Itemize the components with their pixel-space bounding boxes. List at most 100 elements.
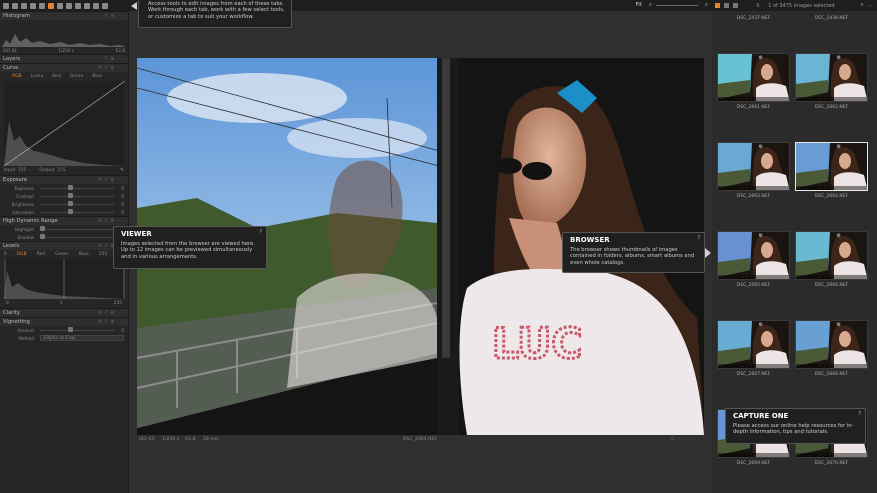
curve-tab-rgb[interactable]: RGB (12, 74, 22, 79)
levels-high[interactable]: 255 (114, 301, 122, 306)
tools-tooltip-arrow (131, 2, 137, 10)
list-view-icon[interactable] (724, 3, 729, 8)
levels-mid[interactable]: 1 (60, 301, 63, 306)
curve-graph[interactable] (4, 81, 125, 166)
levels-tab-green[interactable]: Green (55, 252, 69, 257)
capture-tab-icon[interactable] (12, 2, 18, 9)
metadata-tab-icon[interactable] (84, 2, 90, 9)
thumb-badge-icon: ⚙ (758, 55, 763, 61)
thumbnail[interactable]: · · · · · ⚙ (717, 142, 790, 191)
thumbnail[interactable]: · · · · · ⚙ (795, 231, 868, 280)
section-controls-icon[interactable]: ? ≡ ··· (105, 57, 125, 62)
thumbnail[interactable]: · · · · · ⚙ (717, 53, 790, 102)
viewer-iso: ISO 64 (139, 437, 155, 442)
section-controls-icon[interactable]: ? ≡ ··· (105, 14, 125, 19)
levels-tab-rgb[interactable]: RGB (17, 252, 27, 257)
composition-tab-icon[interactable] (30, 2, 36, 9)
fit-label[interactable]: Fit (636, 2, 642, 8)
layers-header[interactable]: Layers ? ≡ ··· (0, 54, 128, 63)
details-tab-icon[interactable] (66, 2, 72, 9)
curve-tab-luma[interactable]: Luma (31, 74, 43, 79)
filmstrip-view-icon[interactable] (733, 3, 738, 8)
curve-tab-red[interactable]: Red (52, 74, 61, 79)
levels-low[interactable]: 0 (6, 301, 9, 306)
vignetting-method-row: Method Elliptic on Crop (0, 334, 128, 342)
thumb-stars[interactable]: · · · · · (820, 96, 840, 101)
adjustments-tab-icon[interactable] (75, 2, 81, 9)
slider-value: 0 (121, 185, 124, 191)
library-tab-icon[interactable] (3, 2, 9, 9)
saturation-slider[interactable]: Saturation 0 (0, 208, 128, 216)
thumb-stars[interactable]: · · · · · (742, 274, 762, 279)
levels-tab-red[interactable]: Red (37, 252, 46, 257)
browser-menu-icon[interactable]: ··· (868, 3, 873, 9)
vignetting-title: Vignetting (3, 319, 30, 325)
grid-view-icon[interactable] (715, 3, 720, 8)
histogram-header[interactable]: Histogram ? ≡ ··· (0, 11, 128, 20)
zoom-icon[interactable]: ⌕ (649, 2, 652, 9)
slider-label: Brightness (11, 201, 34, 207)
method-select[interactable]: Elliptic on Crop (40, 335, 124, 341)
thumb-badge-icon: ⚙ (758, 144, 763, 150)
thumb-stars[interactable]: · · · · · (742, 96, 762, 101)
thumbnail[interactable]: · · · · · ⚙ (795, 142, 868, 191)
section-controls-icon[interactable]: A ? ≡ ··· (98, 311, 125, 316)
help-icon[interactable]: ? (259, 229, 262, 235)
brightness-slider[interactable]: Brightness 0 (0, 200, 128, 208)
thumb-stars[interactable]: · · · · · (820, 452, 840, 457)
batch-tab-icon[interactable] (102, 2, 108, 9)
clarity-header[interactable]: Clarity A ? ≡ ··· (0, 308, 128, 317)
help-icon[interactable]: ? (697, 235, 700, 241)
sort-icon[interactable]: ⇅ (756, 3, 760, 9)
vignetting-amount-slider[interactable]: Amount 0 (0, 326, 128, 334)
contrast-slider[interactable]: Contrast 0 (0, 192, 128, 200)
curve-tab-blue[interactable]: Blue (92, 74, 102, 79)
levels-tab-blue[interactable]: Blue (79, 252, 89, 257)
method-label: Method (18, 335, 34, 341)
levels-header[interactable]: Levels A ? ≡ ··· (0, 241, 128, 250)
browser-search-icon[interactable]: ⌕ (861, 2, 864, 9)
thumb-stars[interactable]: · · · · · (742, 185, 762, 190)
curve-header[interactable]: Curve A ? ≡ ··· (0, 63, 128, 72)
section-controls-icon[interactable]: A ? ≡ ··· (98, 66, 125, 71)
vignetting-header[interactable]: Vignetting A ? ≡ ··· (0, 317, 128, 326)
thumb-stars[interactable]: · · · · · (820, 363, 840, 368)
lens-tab-icon[interactable] (21, 2, 27, 9)
zoom-in-icon[interactable]: ⌕ (705, 2, 708, 9)
highlight-slider[interactable]: Highlight0 (0, 225, 128, 233)
thumb-name: DSC_2664.NEF (814, 194, 849, 199)
levels-graph[interactable] (4, 259, 125, 299)
hdr-header[interactable]: High Dynamic Range A ? ≡ ··· (0, 216, 128, 225)
curve-tab-green[interactable]: Green (70, 74, 84, 79)
thumb-stars[interactable]: · · · · · (742, 452, 762, 457)
section-controls-icon[interactable]: A ? ≡ ··· (98, 178, 125, 183)
section-controls-icon[interactable]: A ? ≡ ··· (98, 320, 125, 325)
thumb-stars[interactable]: · · · · · (742, 363, 762, 368)
levels-min: 0 (4, 252, 7, 257)
thumbnail[interactable]: · · · · · ⚙ (795, 320, 868, 369)
hist-iso: ISO 64 (3, 48, 17, 53)
zoom-slider[interactable] (656, 5, 698, 6)
viewer-focal: 28 mm (203, 437, 220, 442)
exposure-tab-icon[interactable] (48, 2, 54, 9)
thumbnail[interactable]: · · · · · ⚙ (795, 53, 868, 102)
histogram-title: Histogram (3, 13, 30, 19)
exposure-header[interactable]: Exposure A ? ≡ ··· (0, 175, 128, 184)
thumbnail[interactable]: · · · · · ⚙ (717, 231, 790, 280)
exposure-slider[interactable]: Exposure 0 (0, 184, 128, 192)
output-tab-icon[interactable] (93, 2, 99, 9)
search-tab-icon[interactable] (57, 2, 63, 9)
section-controls-icon[interactable]: A ? ≡ ··· (98, 219, 125, 224)
selection-count: 1 of 3475 images selected (768, 2, 835, 9)
thumb-stars[interactable]: · · · · · (820, 274, 840, 279)
slider-label: Exposure (14, 185, 34, 191)
thumb-name: DSC_2670.NEF (814, 461, 849, 466)
shadow-slider[interactable]: Shadow0 (0, 233, 128, 241)
picker-icon[interactable]: ✎ (120, 168, 124, 173)
help-icon[interactable]: ? (858, 411, 861, 417)
thumb-stars[interactable]: · · · · · (820, 185, 840, 190)
rating-stars[interactable]: ☐ · · · · · (670, 437, 700, 442)
thumbnail[interactable]: · · · · · ⚙ (717, 320, 790, 369)
thumb-badge-icon: ⚙ (836, 322, 841, 328)
color-tab-icon[interactable] (39, 2, 45, 9)
